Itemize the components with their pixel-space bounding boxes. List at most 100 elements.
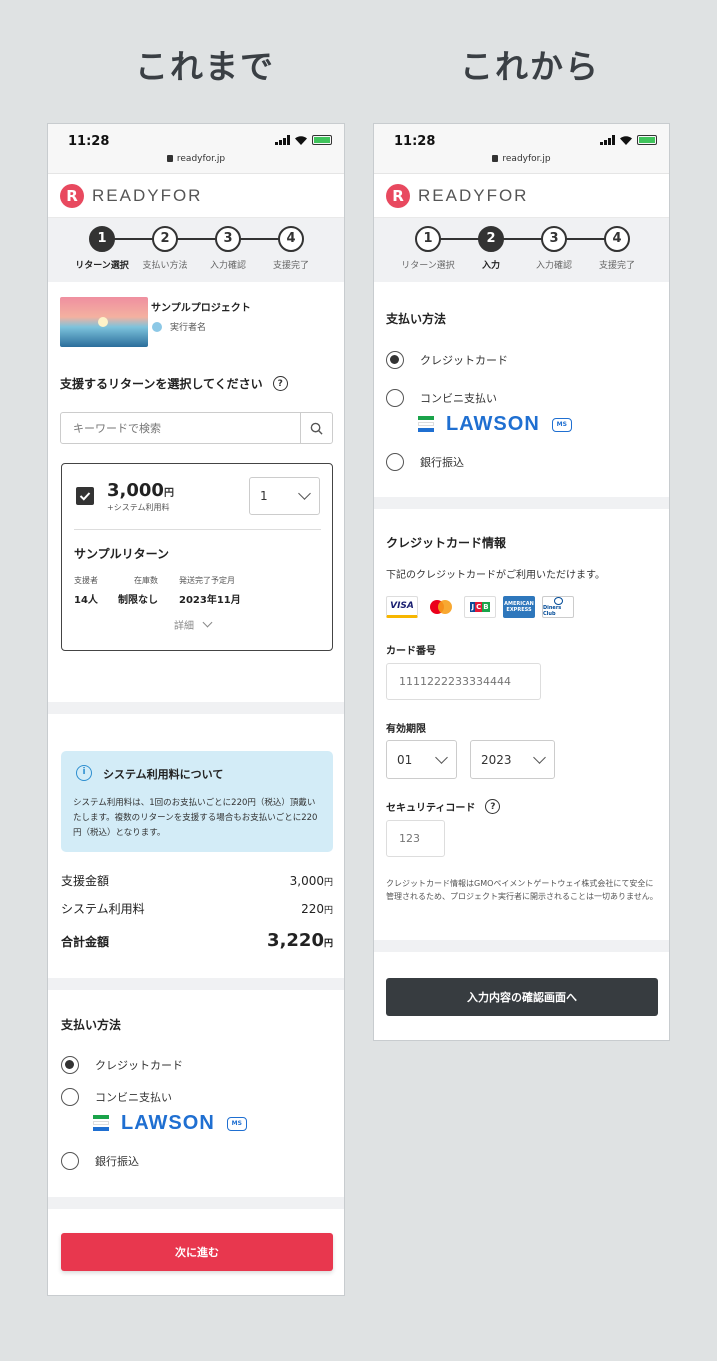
check-icon [79,492,91,501]
radio-selected-icon[interactable] [386,351,404,369]
return-select-heading: 支援するリターンを選択してください ? [60,375,288,392]
readyfor-logo-icon[interactable]: R [60,183,84,208]
next-button[interactable]: 次に進む [61,1233,333,1271]
confirm-button[interactable]: 入力内容の確認画面へ [386,978,658,1016]
step-1: 1 リターン選択 [393,226,463,271]
site-header: R READYFOR [374,174,669,218]
readyfor-logo-text[interactable]: READYFOR [92,186,202,206]
return-price: 3,000円 [107,480,174,501]
lock-icon [166,155,173,162]
amex-icon: AMERICAN EXPRESS [503,596,535,618]
stat-value: 14人 [74,595,98,606]
user-icon [152,321,162,332]
owner-name: 実行者名 [170,323,207,333]
payment-option-bank[interactable]: 銀行振込 [386,453,464,471]
cvc-field[interactable] [386,820,445,857]
brand-label: Diners Club [543,605,562,617]
step-label: 支援完了 [598,261,635,271]
cvc-label: セキュリティコード [386,803,476,814]
address-bar[interactable]: readyfor.jp [374,154,669,164]
signal-icon [275,135,290,145]
step-3: 3 入力確認 [519,226,589,271]
radio-icon[interactable] [386,389,404,407]
after-phone-screen: 11:28 readyfor.jp R READYFOR 1 リターン選択 2 入力… [373,123,670,1041]
expiry-month-select[interactable]: 01 [386,740,457,779]
info-body: システム利用料は、1回のお支払いごとに220円（税込）頂戴いたします。複数のリタ… [73,798,318,838]
step-number: 3 [215,226,241,252]
return-name: サンプルリターン [74,547,170,561]
before-heading: これまで [135,47,275,86]
total-unit: 円 [323,939,333,949]
return-select-title: 支援するリターンを選択してください [60,377,263,391]
payment-option-convenience[interactable]: コンビニ支払い [61,1088,172,1106]
section-separator [374,497,669,509]
total-label: 合計金額 [61,935,110,949]
visa-icon: VISA [386,596,418,618]
card-number-field[interactable] [386,663,541,700]
radio-selected-icon[interactable] [61,1056,79,1074]
total-value: 220 [301,902,324,916]
help-icon[interactable]: ? [485,799,501,814]
lawson-logo: LAWSON MS [93,1112,247,1135]
project-thumbnail [60,297,148,347]
payment-option-label: コンビニ支払い [420,392,497,405]
search-icon [310,422,323,435]
step-label: 支払い方法 [142,261,188,271]
stat-label: 支援者 [74,576,98,585]
expiry-year-select[interactable]: 2023 [470,740,555,779]
total-unit: 円 [323,878,333,888]
section-separator [48,1197,344,1209]
payment-option-credit[interactable]: クレジットカード [61,1056,183,1074]
step-4: 4 支援完了 [256,226,326,271]
total-label: 支援金額 [61,874,110,888]
readyfor-logo-icon[interactable]: R [386,183,410,208]
radio-icon[interactable] [61,1152,79,1170]
brand-label: VISA [390,601,414,611]
ministop-icon: MS [226,1116,247,1131]
after-heading: これから [460,47,600,86]
signal-icon [600,135,615,145]
divider [74,529,321,530]
ministop-icon: MS [551,417,572,432]
quantity-select[interactable]: 1 [249,477,320,515]
payment-option-convenience[interactable]: コンビニ支払い [386,389,497,407]
url-text: readyfor.jp [176,154,226,164]
total-value: 3,000 [289,874,324,888]
total-row: システム利用料 220円 [61,900,333,930]
details-toggle[interactable]: 詳細 [174,617,213,632]
url-text: readyfor.jp [502,154,551,164]
payment-option-credit[interactable]: クレジットカード [386,351,508,369]
return-checkbox[interactable] [76,487,94,505]
radio-icon[interactable] [386,453,404,471]
search-button[interactable] [300,413,332,443]
payment-option-label: コンビニ支払い [95,1091,172,1104]
lawson-logo: LAWSON MS [418,413,572,436]
step-number: 4 [278,226,304,252]
total-row-grand: 合計金額 3,220円 [61,930,333,960]
diners-icon: Diners Club [542,596,574,618]
return-card[interactable]: 3,000円 +システム利用料 1 サンプルリターン 支援者 14人 在庫数 制… [61,463,333,651]
search-input[interactable] [61,413,300,443]
fee-note: +システム利用料 [107,503,170,512]
familymart-icon [93,1115,109,1132]
payment-option-bank[interactable]: 銀行振込 [61,1152,139,1170]
card-number-label: カード番号 [386,646,436,657]
fee-info-box: i システム利用料について システム利用料は、1回のお支払いごとに220円（税込… [61,751,333,852]
stat-value: 2023年11月 [179,595,241,606]
readyfor-logo-text[interactable]: READYFOR [418,186,528,206]
stat-label: 発送完了予定月 [179,576,235,585]
project-name[interactable]: サンプルプロジェクト [151,299,251,314]
step-number: 3 [541,226,567,252]
address-bar[interactable]: readyfor.jp [48,154,344,164]
total-value: 3,220 [267,930,324,951]
step-number: 1 [89,226,115,252]
lawson-text: LAWSON [446,413,540,435]
help-icon[interactable]: ? [272,376,288,391]
brand-label: AMERICAN EXPRESS [504,601,534,613]
total-amount: 3,220円 [267,930,333,951]
step-number: 4 [604,226,630,252]
payment-title: 支払い方法 [61,1018,122,1032]
details-label: 詳細 [174,621,194,632]
quantity-value: 1 [260,489,268,503]
radio-icon[interactable] [61,1088,79,1106]
